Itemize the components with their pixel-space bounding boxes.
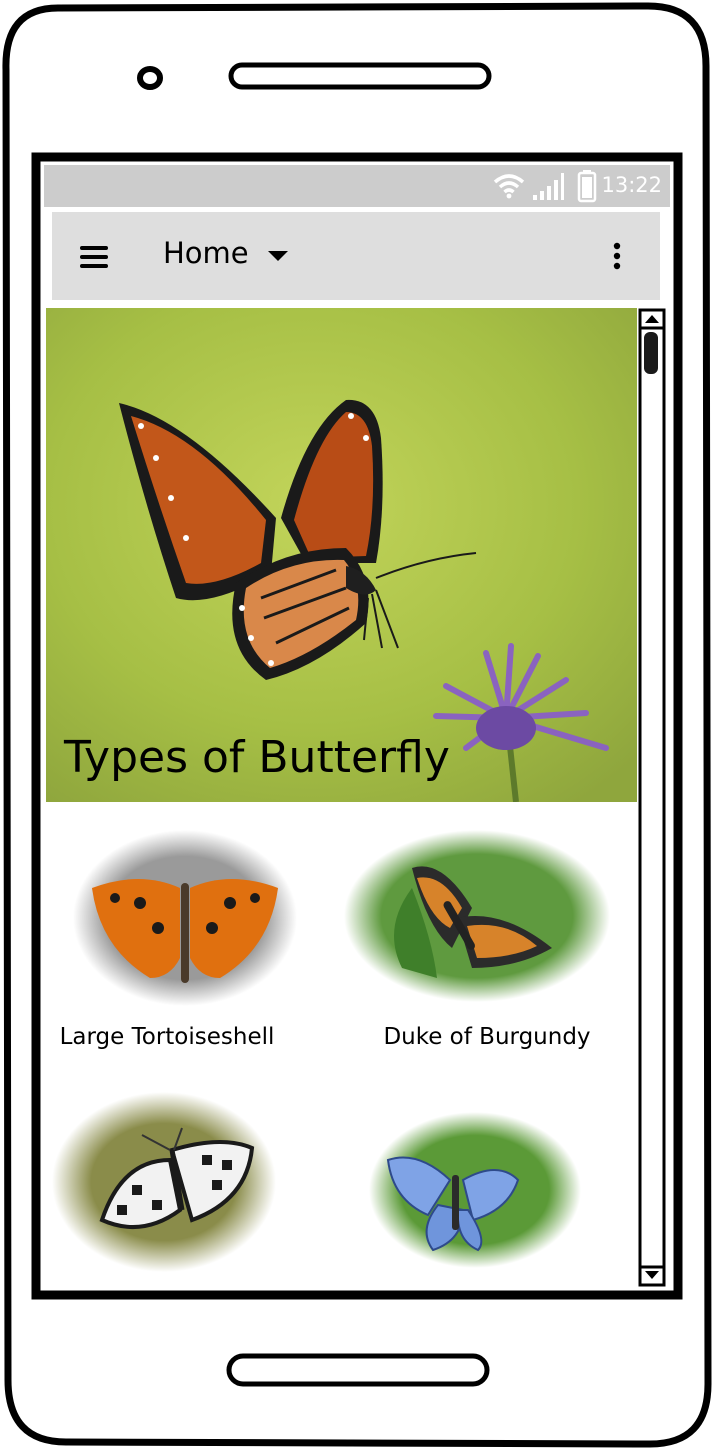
hero-banner: Types of Butterfly: [46, 308, 637, 803]
status-bar: 13:22: [44, 165, 670, 207]
screen: 13:22 Home Types of Butterfly Large Tort…: [44, 165, 670, 1287]
content-area[interactable]: Types of Butterfly Large Tortoiseshell D…: [46, 308, 637, 1287]
scroll-down-button[interactable]: [638, 1265, 666, 1287]
hero-title: Types of Butterfly: [64, 732, 450, 783]
front-camera: [137, 66, 163, 90]
vertical-scrollbar[interactable]: [638, 308, 666, 1287]
app-bar-title[interactable]: Home: [163, 236, 249, 270]
butterfly-card-3[interactable]: [52, 1090, 342, 1287]
status-time: 13:22: [601, 173, 662, 197]
butterfly-name: Duke of Burgundy: [383, 1024, 591, 1050]
speaker-grille: [228, 62, 492, 90]
scrollbar-thumb[interactable]: [644, 332, 658, 374]
overflow-menu-icon[interactable]: [613, 242, 621, 270]
battery-icon: [577, 170, 597, 203]
monarch-butterfly-image: [46, 308, 637, 803]
common-blue-butterfly-image: [369, 1112, 581, 1268]
menu-icon[interactable]: [80, 246, 110, 270]
butterfly-card-duke-of-burgundy[interactable]: Duke of Burgundy: [342, 828, 632, 1068]
butterfly-card-4[interactable]: [368, 1110, 637, 1287]
marbled-white-butterfly-image: [52, 1092, 276, 1272]
butterfly-name: Large Tortoiseshell: [59, 1024, 275, 1050]
app-bar: Home: [52, 212, 660, 300]
butterfly-card-large-tortoiseshell[interactable]: Large Tortoiseshell: [46, 828, 336, 1068]
duke-of-burgundy-image: [344, 830, 610, 1002]
scroll-up-button[interactable]: [638, 308, 666, 330]
home-button[interactable]: [226, 1353, 490, 1387]
wifi-icon: [493, 174, 525, 199]
large-tortoiseshell-image: [73, 830, 297, 1006]
dropdown-icon[interactable]: [268, 251, 288, 263]
signal-icon: [533, 173, 564, 200]
